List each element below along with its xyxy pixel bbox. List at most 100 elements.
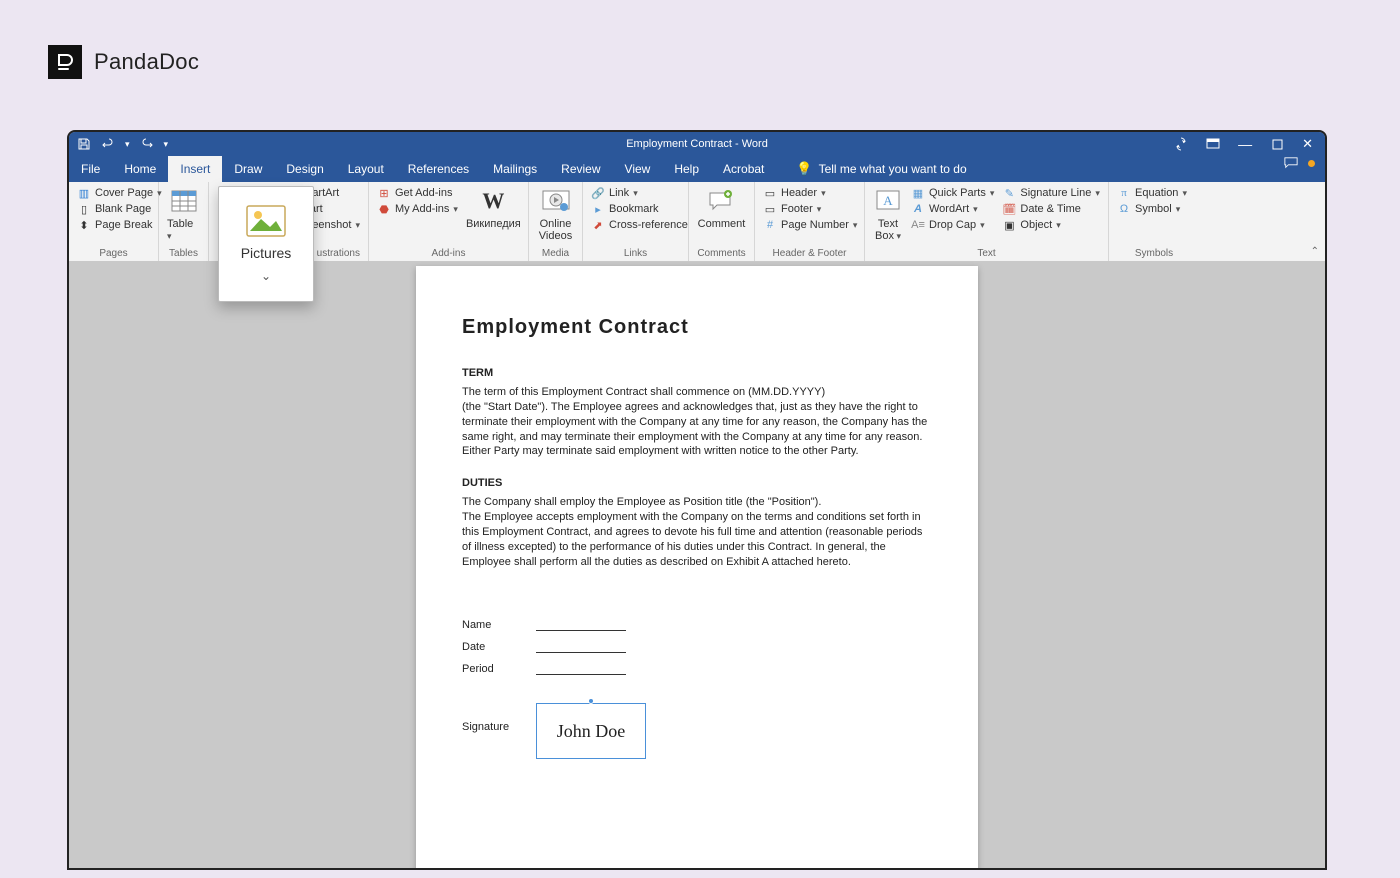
lightbulb-icon: 💡 bbox=[796, 161, 812, 177]
symbol-button[interactable]: ΩSymbol ▾ bbox=[1117, 202, 1187, 216]
group-headerfooter: ▭Header ▾ ▭Footer ▾ #Page Number ▾ Heade… bbox=[755, 182, 865, 261]
bookmark-icon: ▸ bbox=[591, 202, 605, 216]
tab-home[interactable]: Home bbox=[112, 156, 168, 182]
group-text: A Text Box ▦Quick Parts ▾ AWordArt ▾ A≡D… bbox=[865, 182, 1109, 261]
save-icon[interactable] bbox=[77, 137, 91, 151]
equation-button[interactable]: πEquation ▾ bbox=[1117, 186, 1187, 200]
rotate-handle[interactable] bbox=[588, 698, 594, 704]
field-date-label: Date bbox=[462, 641, 518, 653]
window-title: Employment Contract - Word bbox=[626, 138, 768, 150]
datetime-button[interactable]: 🗓Date & Time bbox=[1002, 202, 1099, 216]
tab-layout[interactable]: Layout bbox=[336, 156, 396, 182]
header-button[interactable]: ▭Header ▾ bbox=[763, 186, 857, 200]
store-icon: ⊞ bbox=[377, 186, 391, 200]
wordart-icon: A bbox=[911, 202, 925, 216]
my-addins-button[interactable]: ⬣My Add-ins ▾ bbox=[377, 202, 458, 216]
pictures-label: Pictures bbox=[241, 245, 292, 261]
document-area[interactable]: Employment Contract TERM The term of thi… bbox=[69, 262, 1325, 868]
wikipedia-button[interactable]: W Википедия bbox=[466, 186, 521, 230]
crossref-icon: ⬈ bbox=[591, 218, 605, 232]
blankpage-icon: ▯ bbox=[77, 202, 91, 216]
textbox-icon: A bbox=[873, 186, 903, 216]
link-button[interactable]: 🔗Link ▾ bbox=[591, 186, 688, 200]
ribbon-display-icon[interactable] bbox=[1206, 137, 1220, 151]
sigline-button[interactable]: ✎Signature Line ▾ bbox=[1002, 186, 1099, 200]
field-period-line[interactable] bbox=[536, 674, 626, 675]
pictures-dropdown[interactable]: Pictures ⌄ bbox=[218, 186, 314, 302]
share-indicator[interactable] bbox=[1308, 160, 1315, 167]
pagebreak-icon: ⬍ bbox=[77, 218, 91, 232]
tab-references[interactable]: References bbox=[396, 156, 481, 182]
redo-icon[interactable] bbox=[140, 137, 154, 151]
field-name-label: Name bbox=[462, 619, 518, 631]
group-pages: ▥Cover Page ▾ ▯Blank Page ⬍Page Break Pa… bbox=[69, 182, 159, 261]
pagenum-icon: # bbox=[763, 218, 777, 232]
undo-icon[interactable] bbox=[101, 137, 115, 151]
video-icon bbox=[541, 186, 571, 216]
comment-button[interactable]: Comment bbox=[698, 186, 746, 230]
doc-title: Employment Contract bbox=[462, 316, 932, 339]
wikipedia-icon: W bbox=[478, 186, 508, 216]
simplify-ribbon-icon[interactable] bbox=[1174, 137, 1188, 151]
wordart-button[interactable]: AWordArt ▾ bbox=[911, 202, 994, 216]
svg-text:A: A bbox=[883, 193, 893, 208]
online-videos-button[interactable]: Online Videos bbox=[539, 186, 572, 242]
document-page: Employment Contract TERM The term of thi… bbox=[416, 266, 978, 868]
table-button[interactable]: Table bbox=[167, 186, 200, 242]
field-name-line[interactable] bbox=[536, 630, 626, 631]
tab-view[interactable]: View bbox=[613, 156, 663, 182]
cover-page-button[interactable]: ▥Cover Page ▾ bbox=[77, 186, 162, 200]
tab-insert[interactable]: Insert bbox=[168, 156, 222, 182]
section-term-head: TERM bbox=[462, 367, 932, 379]
quickparts-icon: ▦ bbox=[911, 186, 925, 200]
collapse-ribbon-icon[interactable]: ⌃ bbox=[1311, 246, 1319, 257]
dropcap-button[interactable]: A≡Drop Cap ▾ bbox=[911, 218, 994, 232]
minimize-button[interactable]: — bbox=[1238, 136, 1252, 152]
qat-customize[interactable]: ▾ bbox=[164, 139, 169, 150]
textbox-button[interactable]: A Text Box bbox=[873, 186, 903, 242]
group-links: 🔗Link ▾ ▸Bookmark ⬈Cross-reference Links bbox=[583, 182, 689, 261]
tab-design[interactable]: Design bbox=[274, 156, 335, 182]
tab-mailings[interactable]: Mailings bbox=[481, 156, 549, 182]
tab-file[interactable]: File bbox=[69, 156, 112, 182]
field-date-line[interactable] bbox=[536, 652, 626, 653]
tab-help[interactable]: Help bbox=[662, 156, 711, 182]
footer-button[interactable]: ▭Footer ▾ bbox=[763, 202, 857, 216]
blank-page-button[interactable]: ▯Blank Page bbox=[77, 202, 162, 216]
section-term-body: The term of this Employment Contract sha… bbox=[462, 385, 932, 459]
footer-icon: ▭ bbox=[763, 202, 777, 216]
group-tables: Table Tables bbox=[159, 182, 209, 261]
object-button[interactable]: ▣Object ▾ bbox=[1002, 218, 1099, 232]
tellme-search[interactable]: 💡 Tell me what you want to do bbox=[796, 156, 966, 182]
chevron-down-icon: ⌄ bbox=[261, 269, 271, 283]
pagenumber-button[interactable]: #Page Number ▾ bbox=[763, 218, 857, 232]
signature-image-box[interactable]: John Doe bbox=[536, 703, 646, 759]
maximize-button[interactable] bbox=[1270, 137, 1284, 151]
comments-icon[interactable] bbox=[1284, 156, 1298, 170]
datetime-icon: 🗓 bbox=[1002, 202, 1016, 216]
field-signature-label: Signature bbox=[462, 703, 518, 733]
bookmark-button[interactable]: ▸Bookmark bbox=[591, 202, 688, 216]
undo-dropdown[interactable]: ▾ bbox=[125, 139, 130, 150]
ribbon-tabs: File Home Insert Draw Design Layout Refe… bbox=[69, 156, 1325, 182]
page-break-button[interactable]: ⬍Page Break bbox=[77, 218, 162, 232]
tab-acrobat[interactable]: Acrobat bbox=[711, 156, 776, 182]
close-button[interactable]: ✕ bbox=[1302, 136, 1313, 152]
group-comments: Comment Comments bbox=[689, 182, 755, 261]
signature-value: John Doe bbox=[557, 721, 626, 742]
pandadoc-logo: PandaDoc bbox=[48, 45, 199, 79]
section-duties-head: DUTIES bbox=[462, 477, 932, 489]
dropcap-icon: A≡ bbox=[911, 218, 925, 232]
coverpage-icon: ▥ bbox=[77, 186, 91, 200]
group-symbols: πEquation ▾ ΩSymbol ▾ Symbols bbox=[1109, 182, 1199, 261]
header-icon: ▭ bbox=[763, 186, 777, 200]
crossref-button[interactable]: ⬈Cross-reference bbox=[591, 218, 688, 232]
quickparts-button[interactable]: ▦Quick Parts ▾ bbox=[911, 186, 994, 200]
get-addins-button[interactable]: ⊞Get Add-ins bbox=[377, 186, 458, 200]
tab-draw[interactable]: Draw bbox=[222, 156, 274, 182]
sigline-icon: ✎ bbox=[1002, 186, 1016, 200]
tab-review[interactable]: Review bbox=[549, 156, 612, 182]
comment-icon bbox=[707, 186, 737, 216]
signature-fields: Name Date Period Signature John Doe bbox=[462, 619, 932, 759]
pandadoc-logo-icon bbox=[48, 45, 82, 79]
